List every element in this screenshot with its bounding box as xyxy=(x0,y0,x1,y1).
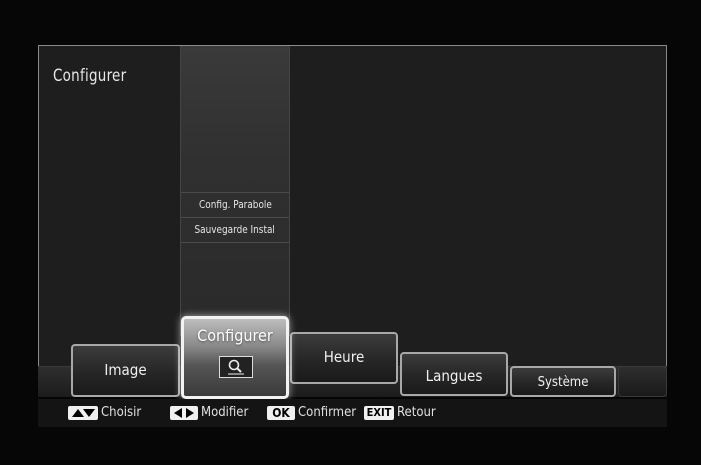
exit-key-icon: EXIT xyxy=(364,406,394,420)
hint-label: Choisir xyxy=(101,405,142,420)
hint-label: Retour xyxy=(397,405,436,420)
tab-label: Configurer xyxy=(197,326,273,345)
left-right-key-icon xyxy=(170,406,198,420)
hint-modifier: Modifier xyxy=(170,403,248,423)
tab-label: Heure xyxy=(323,348,365,366)
tab-configurer[interactable]: Configurer xyxy=(181,316,289,399)
submenu-list: Config. Parabole Sauvegarde Instal xyxy=(180,46,290,336)
hint-confirmer: OK Confirmer xyxy=(267,403,356,423)
tab-empty xyxy=(618,366,667,397)
hint-retour: EXIT Retour xyxy=(364,403,436,423)
panel-title: Configurer xyxy=(53,66,127,86)
tab-image[interactable]: Image xyxy=(71,344,180,397)
up-down-key-icon xyxy=(68,406,98,420)
hint-label: Modifier xyxy=(201,405,249,420)
submenu-item-sauvegarde-instal[interactable]: Sauvegarde Instal xyxy=(181,217,289,243)
tab-label: Image xyxy=(104,361,147,379)
magnifier-icon xyxy=(219,356,253,378)
tab-label: Langues xyxy=(425,367,483,385)
submenu-item-label: Sauvegarde Instal xyxy=(194,223,276,236)
tab-heure[interactable]: Heure xyxy=(290,332,398,384)
ok-key-icon: OK xyxy=(267,406,295,420)
hint-choisir: Choisir xyxy=(68,403,141,423)
hint-label: Confirmer xyxy=(298,405,357,420)
tab-langues[interactable]: Langues xyxy=(400,352,508,396)
tab-label: Système xyxy=(537,375,589,390)
submenu-item-config-parabole[interactable]: Config. Parabole xyxy=(181,192,289,217)
tv-menu-screen: Configurer Config. Parabole Sauvegarde I… xyxy=(0,0,701,465)
submenu-item-label: Config. Parabole xyxy=(198,198,272,211)
tab-systeme[interactable]: Système xyxy=(510,366,616,397)
hint-bar: Choisir Modifier OK Confirmer EXIT Retou… xyxy=(38,399,667,427)
